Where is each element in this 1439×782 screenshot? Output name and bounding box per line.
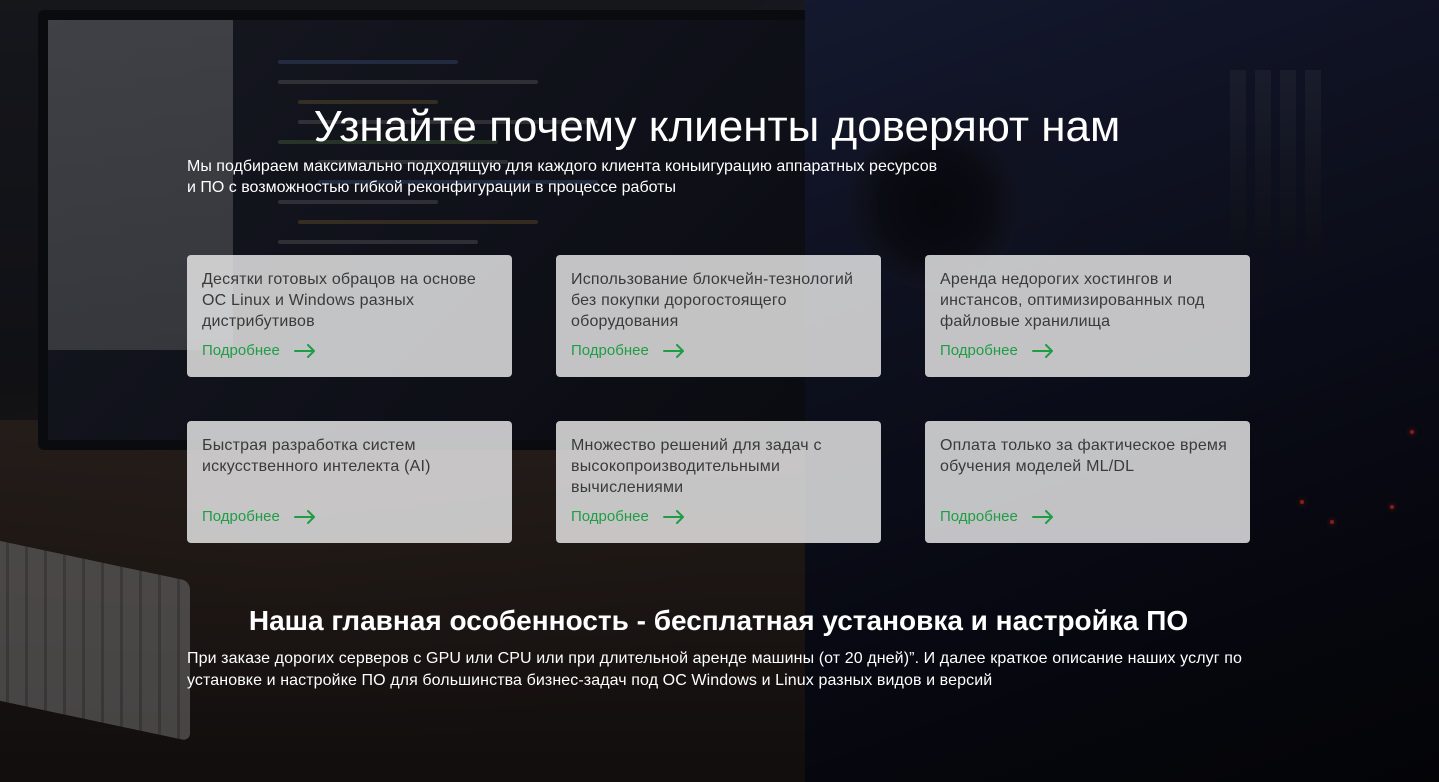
feature-card-text: Быстрая разработка систем искусственного… [202, 437, 431, 475]
feature-card-text: Множество решений для задач с высокопрои… [571, 437, 822, 496]
feature-card-text: Использование блокчейн-тезнологий без по… [571, 271, 854, 330]
more-link[interactable]: Подробнее [202, 508, 316, 525]
feature-card: Быстрая разработка систем искусственного… [187, 421, 512, 543]
more-link[interactable]: Подробнее [940, 508, 1054, 525]
arrow-right-icon [293, 343, 315, 358]
feature-card: Десятки готовых обрацов на основе ОС Lin… [187, 255, 512, 377]
hero-subtitle-line-1: Мы подбираем максимально подходящую для … [187, 158, 938, 175]
hero-title: Узнайте почему клиенты доверяют нам [313, 102, 1121, 151]
hero-subtitle: Мы подбираем максимально подходящую для … [187, 156, 987, 198]
more-link-label: Подробнее [202, 342, 280, 359]
feature-card: Использование блокчейн-тезнологий без по… [556, 255, 881, 377]
more-link-label: Подробнее [571, 342, 649, 359]
arrow-right-icon [1031, 509, 1053, 524]
hero-subtitle-line-2: и ПО с возможностью гибкой реконфигураци… [187, 179, 676, 196]
arrow-right-icon [662, 509, 684, 524]
feature-card: Множество решений для задач с высокопрои… [556, 421, 881, 543]
more-link-label: Подробнее [940, 342, 1018, 359]
more-link[interactable]: Подробнее [571, 342, 685, 359]
more-link-label: Подробнее [571, 508, 649, 525]
feature-section-title: Наша главная особенность - бесплатная ус… [248, 605, 1189, 636]
arrow-right-icon [293, 509, 315, 524]
feature-card-text: Оплата только за фактическое время обуче… [940, 437, 1227, 475]
more-link[interactable]: Подробнее [940, 342, 1054, 359]
more-link[interactable]: Подробнее [202, 342, 316, 359]
arrow-right-icon [662, 343, 684, 358]
feature-card: Оплата только за фактическое время обуче… [925, 421, 1250, 543]
more-link-label: Подробнее [202, 508, 280, 525]
feature-card-text: Десятки готовых обрацов на основе ОС Lin… [202, 271, 476, 330]
arrow-right-icon [1031, 343, 1053, 358]
feature-card: Аренда недорогих хостингов и инстансов, … [925, 255, 1250, 377]
more-link-label: Подробнее [940, 508, 1018, 525]
more-link[interactable]: Подробнее [571, 508, 685, 525]
feature-section-text: При заказе дорогих серверов с GPU или CP… [187, 650, 1242, 689]
feature-card-text: Аренда недорогих хостингов и инстансов, … [940, 271, 1205, 330]
